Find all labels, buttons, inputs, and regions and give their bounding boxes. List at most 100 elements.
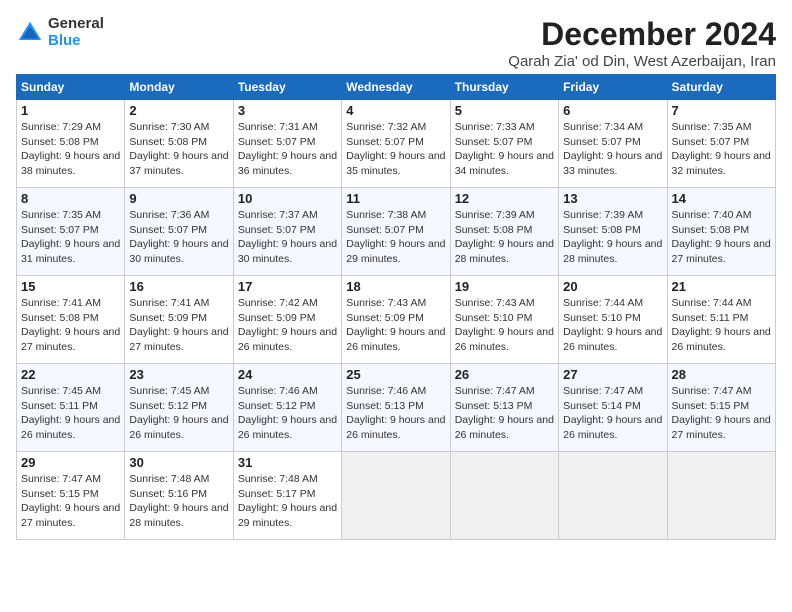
day-number: 17	[238, 279, 337, 294]
day-cell: 9 Sunrise: 7:36 AM Sunset: 5:07 PM Dayli…	[125, 188, 233, 276]
day-number: 12	[455, 191, 554, 206]
day-info: Sunrise: 7:41 AM Sunset: 5:08 PM Dayligh…	[21, 296, 120, 355]
day-number: 13	[563, 191, 662, 206]
day-cell: 23 Sunrise: 7:45 AM Sunset: 5:12 PM Dayl…	[125, 364, 233, 452]
day-cell: 3 Sunrise: 7:31 AM Sunset: 5:07 PM Dayli…	[233, 100, 341, 188]
logo-text: General Blue	[48, 16, 104, 49]
day-cell	[559, 452, 667, 540]
day-cell: 17 Sunrise: 7:42 AM Sunset: 5:09 PM Dayl…	[233, 276, 341, 364]
calendar-table: SundayMondayTuesdayWednesdayThursdayFrid…	[16, 74, 776, 540]
day-info: Sunrise: 7:40 AM Sunset: 5:08 PM Dayligh…	[672, 208, 771, 267]
title-section: December 2024 Qarah Zia' od Din, West Az…	[508, 16, 776, 70]
header-monday: Monday	[125, 75, 233, 100]
day-number: 10	[238, 191, 337, 206]
day-info: Sunrise: 7:43 AM Sunset: 5:10 PM Dayligh…	[455, 296, 554, 355]
day-info: Sunrise: 7:39 AM Sunset: 5:08 PM Dayligh…	[563, 208, 662, 267]
day-cell: 12 Sunrise: 7:39 AM Sunset: 5:08 PM Dayl…	[450, 188, 558, 276]
header-friday: Friday	[559, 75, 667, 100]
day-number: 2	[129, 103, 228, 118]
day-number: 19	[455, 279, 554, 294]
day-info: Sunrise: 7:38 AM Sunset: 5:07 PM Dayligh…	[346, 208, 445, 267]
day-number: 3	[238, 103, 337, 118]
header-thursday: Thursday	[450, 75, 558, 100]
day-info: Sunrise: 7:47 AM Sunset: 5:14 PM Dayligh…	[563, 384, 662, 443]
day-info: Sunrise: 7:45 AM Sunset: 5:12 PM Dayligh…	[129, 384, 228, 443]
day-number: 14	[672, 191, 771, 206]
logo-blue: Blue	[48, 33, 104, 50]
day-cell	[342, 452, 450, 540]
day-cell: 29 Sunrise: 7:47 AM Sunset: 5:15 PM Dayl…	[17, 452, 125, 540]
day-info: Sunrise: 7:35 AM Sunset: 5:07 PM Dayligh…	[21, 208, 120, 267]
day-number: 26	[455, 367, 554, 382]
day-info: Sunrise: 7:42 AM Sunset: 5:09 PM Dayligh…	[238, 296, 337, 355]
day-cell: 28 Sunrise: 7:47 AM Sunset: 5:15 PM Dayl…	[667, 364, 775, 452]
day-cell	[450, 452, 558, 540]
day-number: 18	[346, 279, 445, 294]
day-cell	[667, 452, 775, 540]
day-number: 21	[672, 279, 771, 294]
location-title: Qarah Zia' od Din, West Azerbaijan, Iran	[508, 53, 776, 70]
day-number: 6	[563, 103, 662, 118]
day-cell: 22 Sunrise: 7:45 AM Sunset: 5:11 PM Dayl…	[17, 364, 125, 452]
day-info: Sunrise: 7:48 AM Sunset: 5:17 PM Dayligh…	[238, 472, 337, 531]
day-info: Sunrise: 7:39 AM Sunset: 5:08 PM Dayligh…	[455, 208, 554, 267]
day-cell: 15 Sunrise: 7:41 AM Sunset: 5:08 PM Dayl…	[17, 276, 125, 364]
day-number: 22	[21, 367, 120, 382]
day-cell: 2 Sunrise: 7:30 AM Sunset: 5:08 PM Dayli…	[125, 100, 233, 188]
day-cell: 4 Sunrise: 7:32 AM Sunset: 5:07 PM Dayli…	[342, 100, 450, 188]
day-cell: 11 Sunrise: 7:38 AM Sunset: 5:07 PM Dayl…	[342, 188, 450, 276]
header-saturday: Saturday	[667, 75, 775, 100]
day-number: 31	[238, 455, 337, 470]
page-header: General Blue December 2024 Qarah Zia' od…	[16, 16, 776, 70]
header-wednesday: Wednesday	[342, 75, 450, 100]
day-info: Sunrise: 7:31 AM Sunset: 5:07 PM Dayligh…	[238, 120, 337, 179]
day-info: Sunrise: 7:46 AM Sunset: 5:13 PM Dayligh…	[346, 384, 445, 443]
day-cell: 19 Sunrise: 7:43 AM Sunset: 5:10 PM Dayl…	[450, 276, 558, 364]
day-cell: 5 Sunrise: 7:33 AM Sunset: 5:07 PM Dayli…	[450, 100, 558, 188]
day-number: 16	[129, 279, 228, 294]
day-number: 7	[672, 103, 771, 118]
day-info: Sunrise: 7:46 AM Sunset: 5:12 PM Dayligh…	[238, 384, 337, 443]
day-info: Sunrise: 7:47 AM Sunset: 5:15 PM Dayligh…	[21, 472, 120, 531]
day-number: 1	[21, 103, 120, 118]
day-cell: 16 Sunrise: 7:41 AM Sunset: 5:09 PM Dayl…	[125, 276, 233, 364]
logo: General Blue	[16, 16, 104, 49]
day-cell: 31 Sunrise: 7:48 AM Sunset: 5:17 PM Dayl…	[233, 452, 341, 540]
day-info: Sunrise: 7:48 AM Sunset: 5:16 PM Dayligh…	[129, 472, 228, 531]
day-cell: 13 Sunrise: 7:39 AM Sunset: 5:08 PM Dayl…	[559, 188, 667, 276]
day-number: 27	[563, 367, 662, 382]
day-number: 11	[346, 191, 445, 206]
day-info: Sunrise: 7:34 AM Sunset: 5:07 PM Dayligh…	[563, 120, 662, 179]
day-info: Sunrise: 7:47 AM Sunset: 5:13 PM Dayligh…	[455, 384, 554, 443]
week-row-4: 22 Sunrise: 7:45 AM Sunset: 5:11 PM Dayl…	[17, 364, 776, 452]
logo-general: General	[48, 16, 104, 33]
day-number: 29	[21, 455, 120, 470]
day-number: 28	[672, 367, 771, 382]
day-cell: 18 Sunrise: 7:43 AM Sunset: 5:09 PM Dayl…	[342, 276, 450, 364]
day-number: 9	[129, 191, 228, 206]
day-number: 8	[21, 191, 120, 206]
day-number: 30	[129, 455, 228, 470]
day-cell: 10 Sunrise: 7:37 AM Sunset: 5:07 PM Dayl…	[233, 188, 341, 276]
day-info: Sunrise: 7:35 AM Sunset: 5:07 PM Dayligh…	[672, 120, 771, 179]
day-cell: 24 Sunrise: 7:46 AM Sunset: 5:12 PM Dayl…	[233, 364, 341, 452]
day-cell: 8 Sunrise: 7:35 AM Sunset: 5:07 PM Dayli…	[17, 188, 125, 276]
day-info: Sunrise: 7:41 AM Sunset: 5:09 PM Dayligh…	[129, 296, 228, 355]
day-info: Sunrise: 7:44 AM Sunset: 5:10 PM Dayligh…	[563, 296, 662, 355]
day-cell: 27 Sunrise: 7:47 AM Sunset: 5:14 PM Dayl…	[559, 364, 667, 452]
day-info: Sunrise: 7:32 AM Sunset: 5:07 PM Dayligh…	[346, 120, 445, 179]
calendar-header-row: SundayMondayTuesdayWednesdayThursdayFrid…	[17, 75, 776, 100]
day-cell: 26 Sunrise: 7:47 AM Sunset: 5:13 PM Dayl…	[450, 364, 558, 452]
day-info: Sunrise: 7:45 AM Sunset: 5:11 PM Dayligh…	[21, 384, 120, 443]
logo-icon	[16, 19, 44, 47]
day-number: 23	[129, 367, 228, 382]
day-number: 24	[238, 367, 337, 382]
header-sunday: Sunday	[17, 75, 125, 100]
day-cell: 20 Sunrise: 7:44 AM Sunset: 5:10 PM Dayl…	[559, 276, 667, 364]
day-number: 5	[455, 103, 554, 118]
month-title: December 2024	[508, 16, 776, 53]
day-info: Sunrise: 7:36 AM Sunset: 5:07 PM Dayligh…	[129, 208, 228, 267]
day-cell: 21 Sunrise: 7:44 AM Sunset: 5:11 PM Dayl…	[667, 276, 775, 364]
week-row-2: 8 Sunrise: 7:35 AM Sunset: 5:07 PM Dayli…	[17, 188, 776, 276]
day-info: Sunrise: 7:47 AM Sunset: 5:15 PM Dayligh…	[672, 384, 771, 443]
